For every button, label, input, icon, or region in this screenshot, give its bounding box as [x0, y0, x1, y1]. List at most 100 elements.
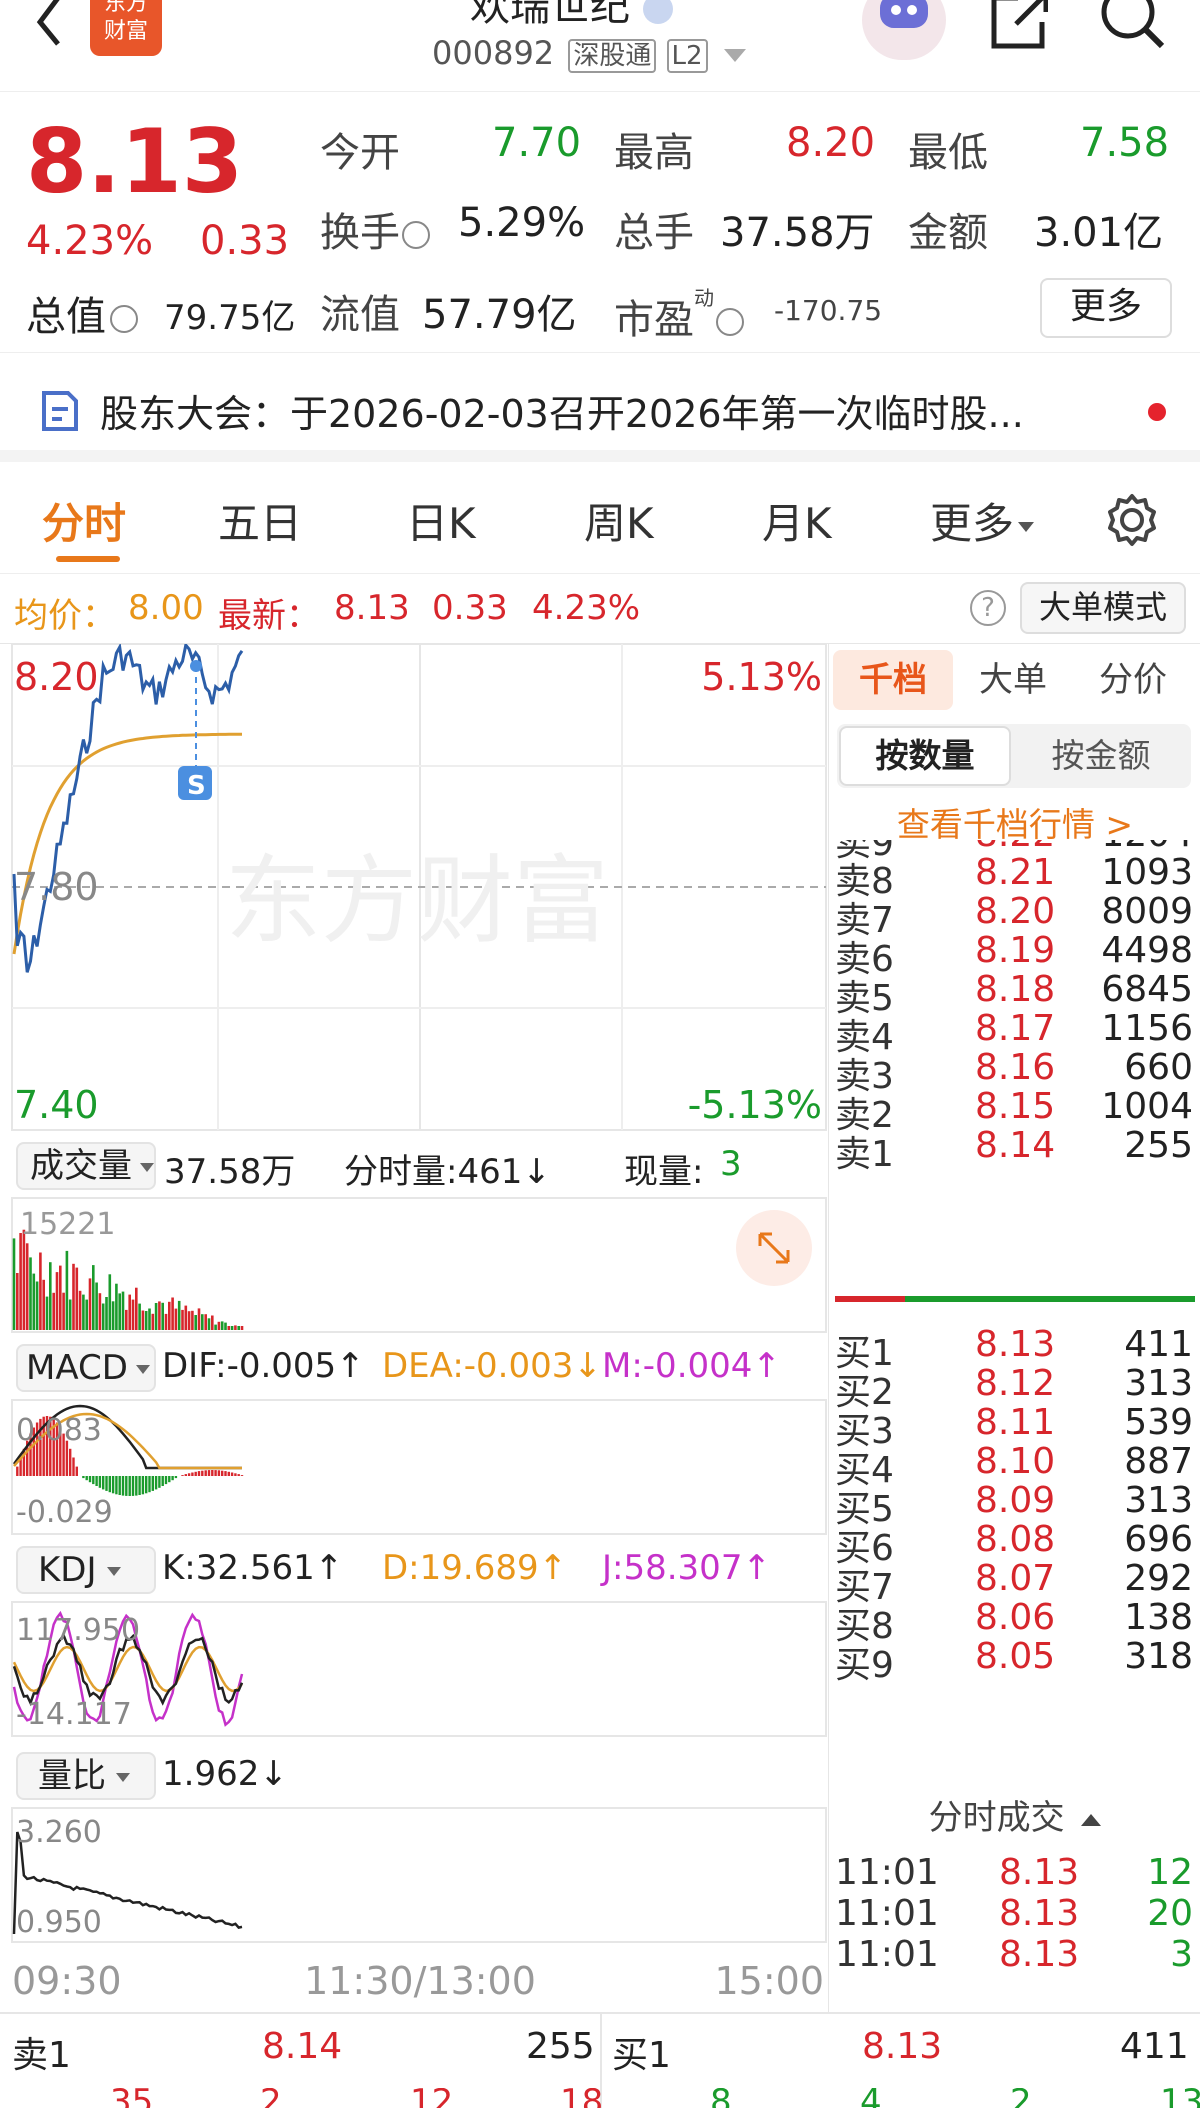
lb-selector[interactable]: 量比 [16, 1752, 156, 1800]
bid-row[interactable]: 买5 8.09 313 [829, 1476, 1200, 1530]
bottom-buy-label: 买1 [612, 2035, 671, 2076]
ask-row[interactable]: 卖6 8.19 4498 [829, 926, 1200, 980]
bid-row[interactable]: 买6 8.08 696 [829, 1515, 1200, 1569]
trades-title: 分时成交 [928, 1798, 1065, 1838]
bid-row[interactable]: 买8 8.06 138 [829, 1593, 1200, 1647]
macd-dif: DIF:-0.005↑ [162, 1346, 365, 1386]
volume-bar [72, 1263, 75, 1330]
bottom-buy-volume: 411 [1120, 2026, 1189, 2067]
macd-bar [125, 1476, 128, 1496]
lb-header: 量比 1.962↓ [12, 1748, 826, 1804]
sub-tab-by-quantity[interactable]: 按数量 [839, 726, 1011, 786]
trade-list: 11:01 8.13 12 11:01 8.13 20 11:01 8.13 3 [829, 1848, 1200, 2012]
tab-intraday[interactable]: 分时 [42, 490, 126, 551]
ask-row[interactable]: 卖2 8.15 1004 [829, 1082, 1200, 1136]
caret-down-icon [140, 1163, 154, 1172]
tab-active-indicator [56, 556, 120, 562]
dropdown-icon[interactable] [723, 48, 746, 62]
tab-daily-k[interactable]: 日K [406, 490, 476, 551]
order-volume: 255 [1124, 1125, 1193, 1166]
volume-bar [105, 1297, 108, 1330]
volume-bar [141, 1310, 145, 1330]
robot-assistant-icon[interactable] [862, 0, 946, 60]
ask-row[interactable]: 卖3 8.16 660 [829, 1043, 1200, 1097]
big-order-mode-button[interactable]: 大单模式 [1020, 582, 1186, 634]
book-balance-bar [835, 1296, 1195, 1302]
bid-row[interactable]: 买7 8.07 292 [829, 1554, 1200, 1608]
info-icon[interactable] [716, 308, 744, 336]
bid-row[interactable]: 买1 8.13 411 [829, 1320, 1200, 1374]
volume-bar [184, 1305, 188, 1330]
caret-down-icon [106, 1567, 121, 1576]
macd-bar [187, 1473, 191, 1476]
volume-bar [59, 1265, 62, 1330]
view-level1000-link[interactable]: 查看千档行情 > [829, 798, 1200, 846]
share-icon[interactable] [988, 0, 1049, 52]
macd-bar [230, 1472, 234, 1476]
macd-selector[interactable]: MACD [16, 1344, 156, 1392]
right-tab-level1000[interactable]: 千档 [833, 650, 953, 710]
volume-bar [19, 1233, 22, 1330]
info-icon[interactable] [402, 221, 430, 249]
caret-down-icon [1018, 521, 1035, 532]
trade-time: 11:01 [835, 1934, 939, 1975]
macd-bar [115, 1476, 118, 1495]
tab-five-day[interactable]: 五日 [218, 490, 302, 551]
volume-selector[interactable]: 成交量 [16, 1142, 156, 1190]
ask-row[interactable]: 卖5 8.18 6845 [829, 965, 1200, 1019]
lb-bottom-label: 0.950 [16, 1905, 102, 1940]
settings-gear-icon[interactable] [1104, 492, 1160, 548]
bid-row[interactable]: 买2 8.12 313 [829, 1359, 1200, 1413]
trades-header[interactable]: 分时成交 [829, 1790, 1200, 1846]
ask-row[interactable]: 卖1 8.14 255 [829, 1121, 1200, 1175]
bid-row[interactable]: 买3 8.11 539 [829, 1398, 1200, 1452]
ask-row[interactable]: 卖4 8.17 1156 [829, 1004, 1200, 1058]
order-label: 卖1 [835, 1134, 894, 1175]
macd-bar [98, 1476, 102, 1488]
macd-bar [102, 1476, 105, 1490]
amount-label: 金额 [908, 210, 988, 256]
macd-bar [227, 1471, 230, 1476]
volume-max-label: 15221 [20, 1207, 115, 1242]
info-icon[interactable] [110, 305, 138, 333]
bid-row[interactable]: 买4 8.10 887 [829, 1437, 1200, 1491]
sub-tab-by-amount[interactable]: 按金额 [1013, 726, 1189, 786]
volume-bar [118, 1293, 121, 1330]
bid-row[interactable]: 买9 8.05 318 [829, 1632, 1200, 1686]
connect-badge: 深股通 [568, 39, 657, 73]
macd-bar [161, 1476, 164, 1486]
kdj-selector[interactable]: KDJ [16, 1546, 156, 1594]
bottom-quote-bar[interactable]: 卖1 8.14 255 买1 8.13 411 35 2 12 18 8 4 2 13 [0, 2012, 1200, 2108]
kdj-j: J:58.307↑ [602, 1548, 771, 1588]
volume-bar [85, 1299, 88, 1330]
volume-bar [177, 1300, 181, 1330]
volume-bar [220, 1321, 224, 1330]
notice-bar[interactable]: 股东大会：于2026-02-03召开2026年第一次临时股... [0, 352, 1200, 462]
intraday-chart-svg[interactable]: 东方财富 S 8.20 7.80 7.40 5.13% -5.13% 15221… [0, 644, 828, 2012]
caret-up-icon [1081, 1813, 1102, 1826]
macd-bar [158, 1476, 161, 1488]
help-icon[interactable]: ? [970, 590, 1006, 626]
ask-row[interactable]: 卖7 8.20 8009 [829, 887, 1200, 941]
right-tab-big-order[interactable]: 大单 [953, 650, 1073, 710]
volume-now-label: 现量: [624, 1152, 704, 1192]
back-icon[interactable] [22, 0, 72, 50]
volume-bar [181, 1309, 184, 1330]
tab-monthly-k[interactable]: 月K [762, 490, 832, 551]
time-axis-mid: 11:30/13:00 [304, 1959, 536, 2003]
volume-bar [92, 1265, 95, 1330]
bottom-partial-value: 12 [410, 2088, 454, 2108]
order-price: 8.14 [975, 1125, 1056, 1166]
tab-weekly-k[interactable]: 周K [584, 490, 654, 551]
more-button[interactable]: 更多 [1040, 278, 1172, 338]
volume-bar [171, 1297, 174, 1330]
tab-more[interactable]: 更多 [930, 490, 1035, 551]
intraday-chart-area[interactable]: 东方财富 S 8.20 7.80 7.40 5.13% -5.13% 15221… [0, 644, 828, 2012]
volume-ratio-panel-frame [11, 1807, 827, 1943]
order-volume: 318 [1124, 1636, 1193, 1677]
pct-bottom-label: -5.13% [688, 1083, 822, 1127]
right-tab-price-dist[interactable]: 分价 [1073, 650, 1193, 710]
search-icon[interactable] [1098, 0, 1168, 54]
ask-row[interactable]: 卖8 8.21 1093 [829, 848, 1200, 902]
macd-panel-frame [11, 1399, 827, 1535]
